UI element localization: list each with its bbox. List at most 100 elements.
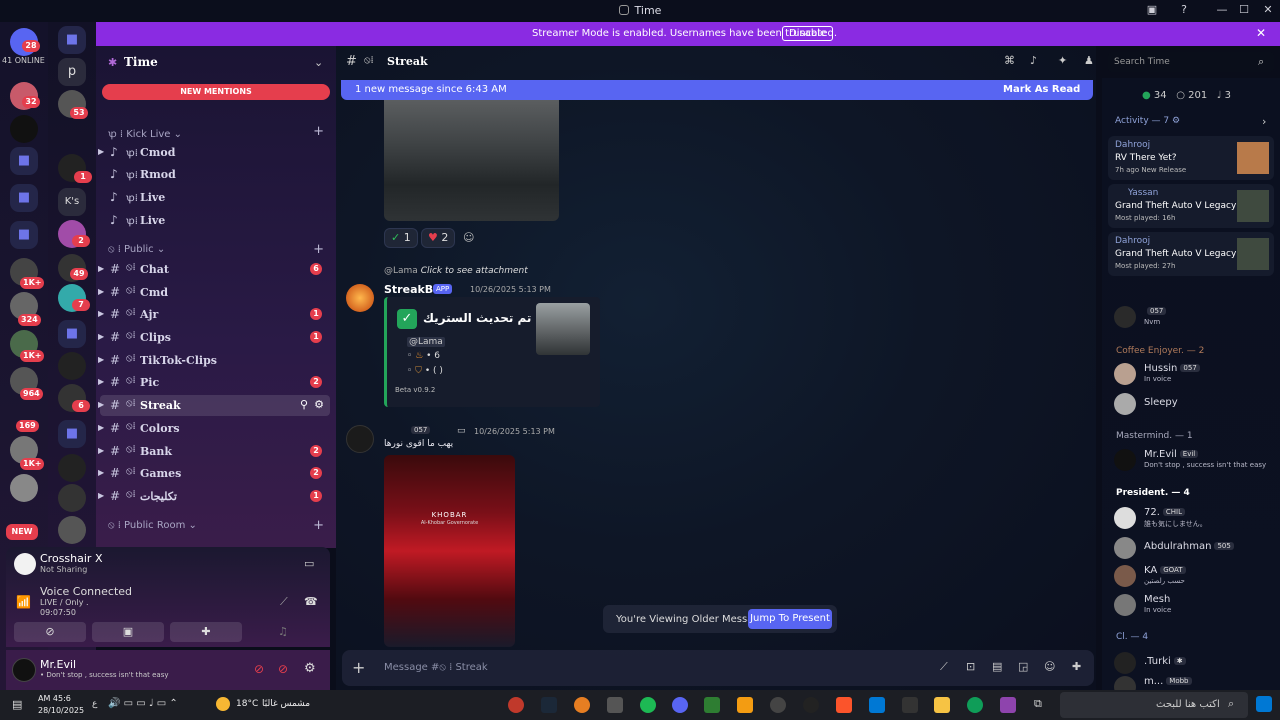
chevron-right-icon[interactable]: › [1262,115,1266,128]
text-channel[interactable]: ▶ # ⦸⁞ Colors [98,418,330,439]
folder-icon[interactable]: ■ [58,320,86,348]
server-icon[interactable] [10,474,38,502]
server-name[interactable]: Time [124,55,158,69]
system-tray-icons[interactable]: 🔊 ▭ ▭ ♩ ▭ ⌃ [108,698,178,709]
clock-time[interactable]: AM 45:6 [38,694,71,703]
disconnect-icon[interactable]: ☎ [304,595,318,608]
embed-thumbnail[interactable] [536,303,590,355]
server-letter-icon[interactable]: K's [58,188,86,216]
camera-off-button[interactable]: ⊘ [14,622,86,642]
clock-date[interactable]: 28/10/2025 [38,706,84,715]
text-channel[interactable]: ▶ # ⦸⁞ Games 2 [98,463,330,484]
folder-icon[interactable]: ■ [58,26,86,54]
taskbar-search[interactable]: اكتب هنا للبحث ⌕ [1060,692,1248,718]
member-item[interactable]: KA GOAT حسب رلصتين [1114,563,1274,593]
category-public-room[interactable]: ⦸ ⁞ Public Room ⌄ + [96,518,336,536]
add-reaction-icon[interactable]: ☺ [463,231,474,244]
text-channel[interactable]: ▶ # ⦸⁞ Pic 2 [98,372,330,393]
app-icon[interactable] [704,697,720,713]
app-icon[interactable] [508,697,524,713]
task-view-icon[interactable]: ⧉ [1034,697,1042,711]
app-icon[interactable] [737,697,753,713]
text-channel[interactable]: ▶ # ⦸⁞ تكليجات 1 [98,486,330,507]
help-icon[interactable]: ? [1174,3,1194,19]
app-icon[interactable] [574,697,590,713]
gear-icon[interactable]: ⚙ [1172,116,1180,126]
mail-icon[interactable] [869,697,885,713]
folder-icon[interactable]: ■ [10,184,38,212]
text-channel[interactable]: ▶ # ⦸⁞ Clips 1 [98,327,330,348]
close-window-button[interactable]: ✕ [1258,3,1278,19]
invite-icon[interactable]: ⚲ [300,398,308,411]
add-channel-icon[interactable]: + [313,518,324,533]
chevron-down-icon[interactable]: ⌄ [314,56,323,69]
message-image-khobar[interactable]: KHOBAR Al-Khobar Governorate [384,455,515,647]
folder-icon[interactable]: ■ [10,221,38,249]
settings-gear-icon[interactable]: ⚙ [304,661,316,676]
text-channel[interactable]: ▶ # ⦸⁞ Ajr 1 [98,304,330,325]
text-channel[interactable]: ▶ # ⦸⁞ Chat 6 [98,259,330,280]
activity-header[interactable]: Activity — 7 ⚙ [1115,116,1180,126]
text-channel[interactable]: ▶ # ⦸⁞ Bank 2 [98,441,330,462]
screen-share-icon[interactable]: ▭ [304,557,314,570]
search-input[interactable]: Search Time [1114,57,1170,67]
start-button[interactable] [1256,696,1272,712]
text-channel-selected[interactable]: ▶ # ⦸⁞ Streak ⚲ ⚙ [98,395,330,416]
server-icon[interactable] [58,352,86,380]
activities-button[interactable]: ✚ [170,622,242,642]
add-channel-icon[interactable]: + [313,242,324,257]
folder-icon[interactable]: ■ [58,420,86,448]
emoji-icon[interactable]: ☺ [1044,660,1055,673]
new-mentions-pill[interactable]: NEW MENTIONS [102,84,330,100]
deafen-icon[interactable]: ⊘ [278,662,288,676]
jump-to-present-button[interactable]: Jump To Present [748,609,832,629]
file-explorer-icon[interactable] [934,697,950,713]
app-icon[interactable] [770,697,786,713]
notifications-icon[interactable]: ▤ [12,698,22,711]
voice-channel[interactable]: ♪ ꝕ⁞ Live [100,187,330,208]
new-messages-bar[interactable]: 1 new message since 6:43 AM Mark As Read [341,80,1093,100]
voice-channel-name[interactable]: LIVE / Only . [40,598,89,607]
add-channel-icon[interactable]: + [313,124,324,139]
member-item[interactable]: Mr.Evil Evil Don't stop , success isn't th… [1114,447,1274,477]
member-item[interactable]: 72. CHIL 誰も気にしません。 [1114,505,1274,535]
apps-icon[interactable]: ✚ [1072,660,1081,673]
maximize-button[interactable]: ☐ [1234,3,1254,19]
text-channel[interactable]: ▶ # ⦸⁞ TikTok-Clips [98,350,330,371]
threads-icon[interactable]: ⌘ [1004,54,1015,67]
member-item[interactable]: Sleepy [1114,391,1274,421]
copilot-icon[interactable] [1000,697,1016,713]
message-input[interactable]: Message #⦸ ⁞ Streak [384,662,488,673]
reaction-check[interactable]: ✓ 1 [384,228,418,248]
member-item[interactable]: 057 Nvm [1114,304,1274,334]
text-channel[interactable]: ▶ # ⦸⁞ Cmd [98,282,330,303]
weather-sun-icon[interactable] [216,697,230,711]
voice-channel[interactable]: ♪ ꝕ⁞ Rmod [100,164,330,185]
member-item[interactable]: Abdulrahman 505 [1114,535,1274,565]
soundboard-icon[interactable]: ♫ [278,625,288,638]
brave-icon[interactable] [836,697,852,713]
spotify-icon[interactable] [640,697,656,713]
reaction-heart[interactable]: ♥ 2 [421,228,456,248]
message-image-flood[interactable] [384,100,559,221]
minimize-button[interactable]: — [1212,3,1232,19]
folder-icon[interactable]: ■ [10,147,38,175]
sticker-icon[interactable]: ◲ [1018,660,1028,673]
discord-icon[interactable] [672,697,688,713]
play-server-icon[interactable] [10,115,38,143]
streakbot-avatar[interactable] [346,284,374,312]
edge-icon[interactable] [967,697,983,713]
voice-channel[interactable]: ▶ ♪ ꝕ⁞ Cmod [98,142,330,163]
embed-mention[interactable]: @Lama [407,337,445,347]
gear-icon[interactable]: ⚙ [314,398,324,411]
close-banner-icon[interactable]: ✕ [1256,26,1266,40]
member-item[interactable]: Hussin 057 In voice [1114,361,1274,391]
gif-icon[interactable]: ▤ [992,660,1002,673]
server-icon[interactable] [58,484,86,512]
add-attachment-icon[interactable]: + [352,658,365,677]
search-box[interactable]: Search Time ⌕ [1108,52,1274,72]
member-item[interactable]: Mesh In voice [1114,592,1274,622]
gift-icon[interactable]: ⊡ [966,660,975,673]
mark-as-read-button[interactable]: Mark As Read [1003,84,1080,95]
reply-preview[interactable]: @Lama Click to see attachment [384,266,528,276]
